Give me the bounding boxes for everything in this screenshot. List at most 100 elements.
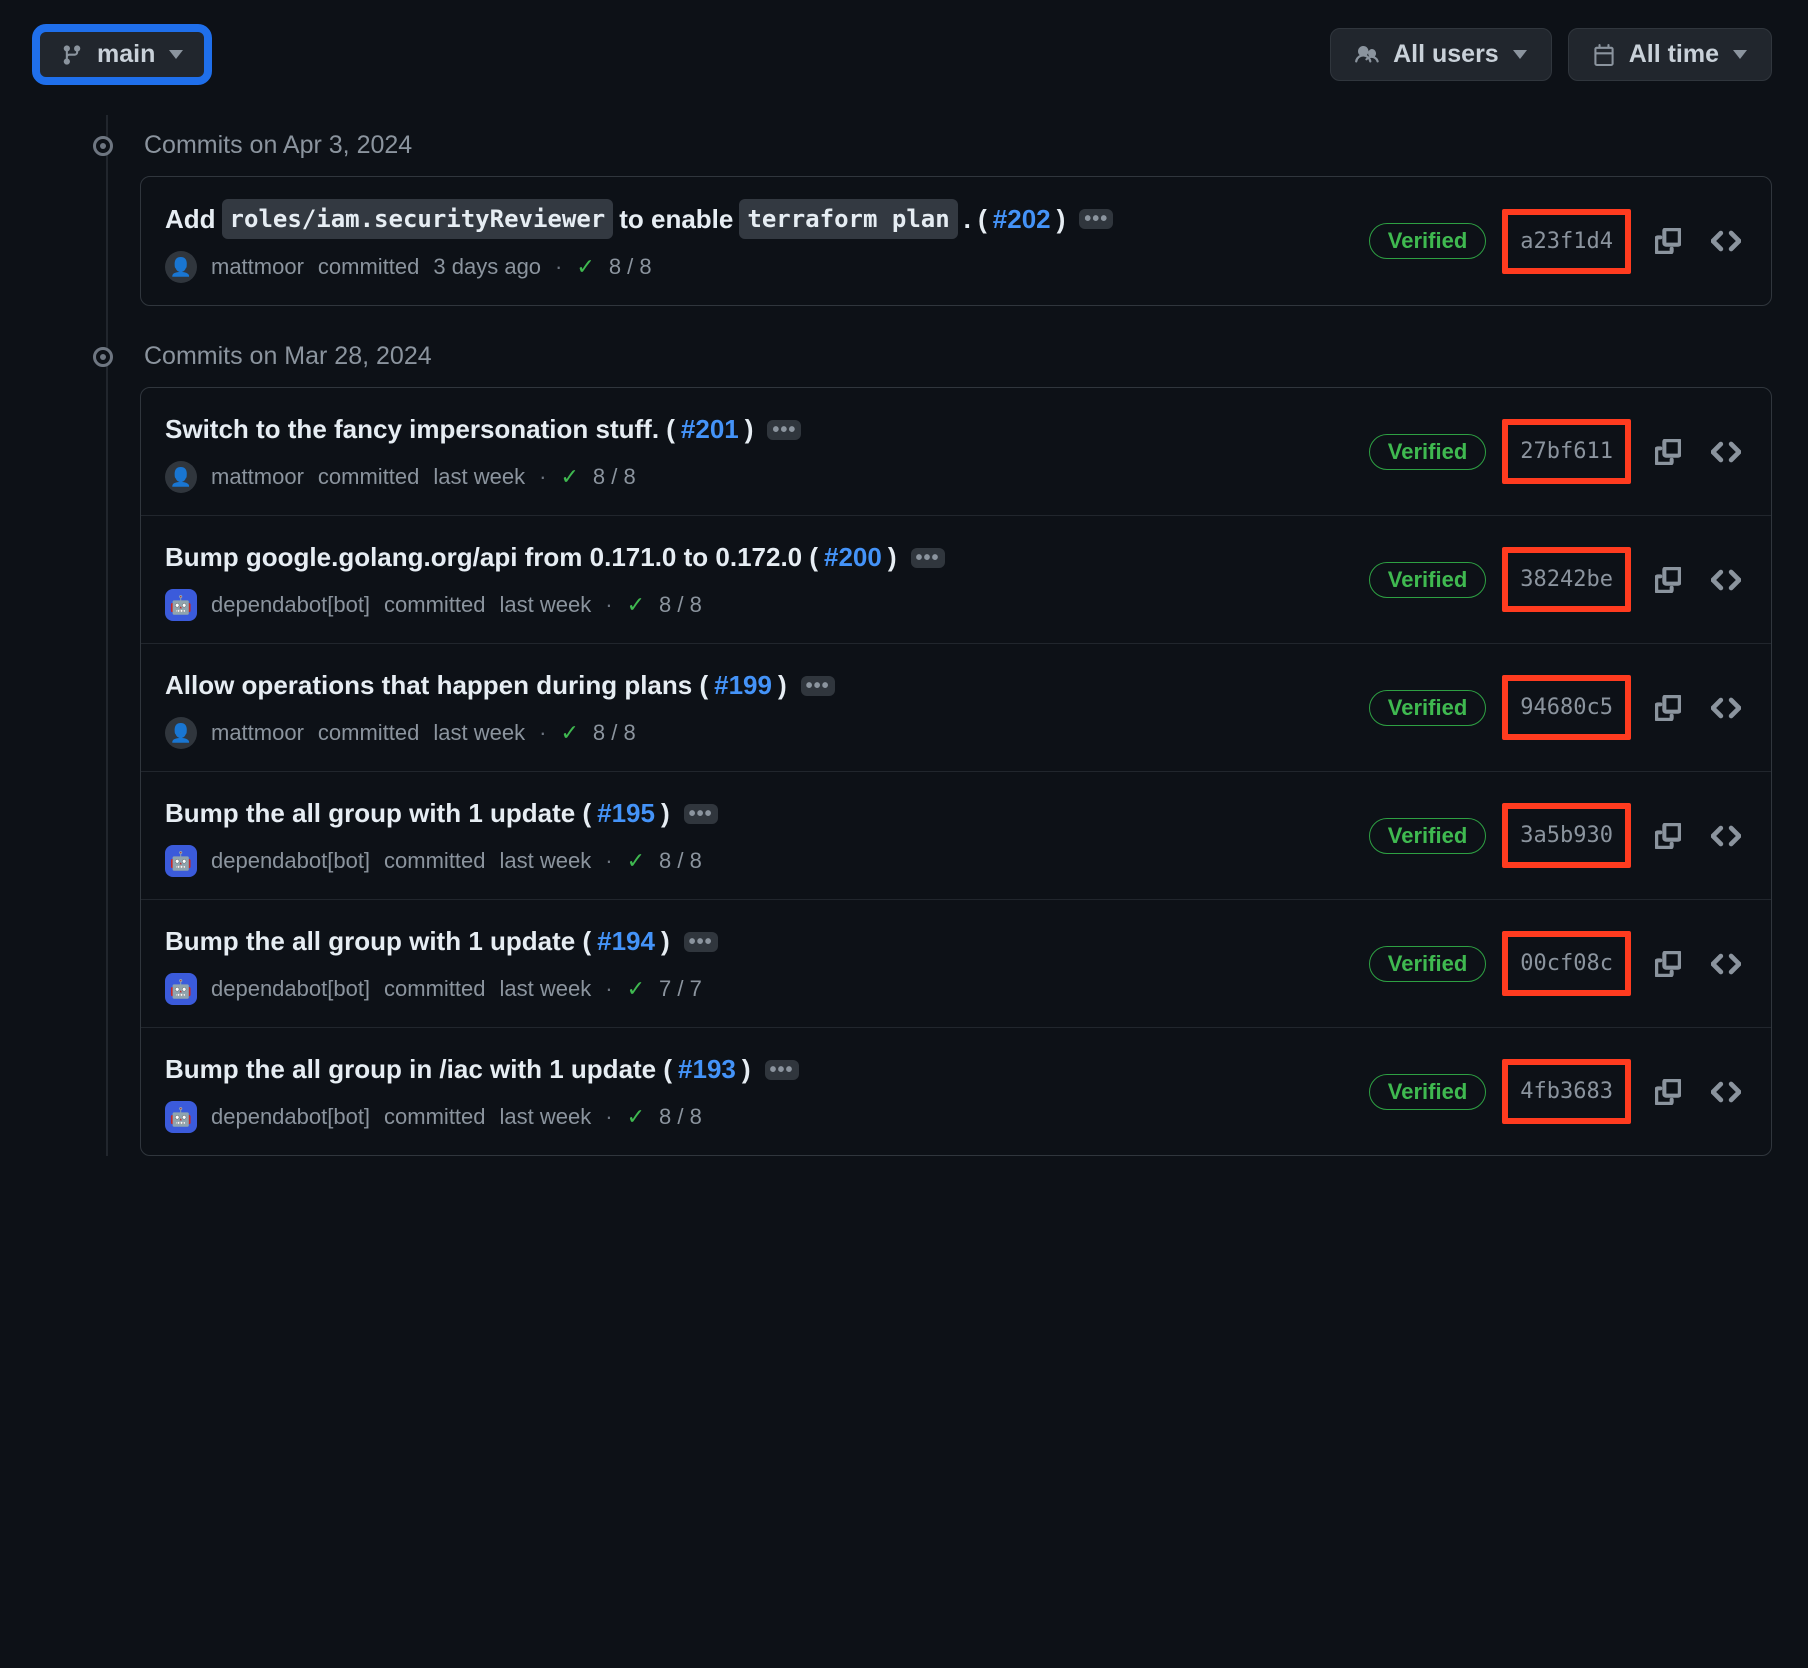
avatar[interactable]: 🤖 — [165, 973, 197, 1005]
browse-code-button[interactable] — [1705, 815, 1747, 857]
pr-link[interactable]: #202 — [993, 200, 1051, 239]
expand-description-button[interactable]: ••• — [911, 548, 945, 568]
check-icon[interactable]: ✓ — [627, 592, 645, 618]
commit-group-date: Commits on Apr 3, 2024 — [144, 131, 412, 160]
commit-committed-label: committed — [318, 464, 419, 490]
commit-title[interactable]: Bump the all group with 1 update (#194)•… — [165, 922, 1349, 961]
verified-badge[interactable]: Verified — [1369, 1074, 1486, 1110]
chevron-down-icon — [169, 50, 183, 59]
commit-author[interactable]: mattmoor — [211, 254, 304, 280]
users-filter-button[interactable]: All users — [1330, 28, 1552, 81]
verified-badge[interactable]: Verified — [1369, 223, 1486, 259]
copy-sha-button[interactable] — [1647, 687, 1689, 729]
commit-title[interactable]: Add roles/iam.securityReviewer to enable… — [165, 199, 1349, 239]
browse-code-button[interactable] — [1705, 431, 1747, 473]
commit-author[interactable]: mattmoor — [211, 720, 304, 746]
timeline-line — [106, 115, 108, 1156]
expand-description-button[interactable]: ••• — [1079, 209, 1113, 229]
verified-badge[interactable]: Verified — [1369, 434, 1486, 470]
browse-code-button[interactable] — [1705, 559, 1747, 601]
commit-title[interactable]: Allow operations that happen during plan… — [165, 666, 1349, 705]
verified-badge[interactable]: Verified — [1369, 562, 1486, 598]
avatar[interactable]: 🤖 — [165, 1101, 197, 1133]
pr-link[interactable]: #193 — [678, 1050, 736, 1089]
commit-author[interactable]: dependabot[bot] — [211, 848, 370, 874]
chevron-down-icon — [1513, 50, 1527, 59]
branch-selector-button[interactable]: main — [36, 28, 208, 81]
check-icon[interactable]: ✓ — [627, 976, 645, 1002]
browse-code-button[interactable] — [1705, 687, 1747, 729]
commit-title[interactable]: Bump the all group with 1 update (#195)•… — [165, 794, 1349, 833]
browse-code-button[interactable] — [1705, 220, 1747, 262]
expand-description-button[interactable]: ••• — [767, 420, 801, 440]
check-icon[interactable]: ✓ — [627, 1104, 645, 1130]
copy-sha-button[interactable] — [1647, 431, 1689, 473]
browse-code-button[interactable] — [1705, 1071, 1747, 1113]
commit-item: Bump google.golang.org/api from 0.171.0 … — [141, 515, 1771, 643]
commit-committed-label: committed — [384, 592, 485, 618]
avatar[interactable]: 👤 — [165, 251, 197, 283]
check-icon[interactable]: ✓ — [560, 464, 578, 490]
check-icon[interactable]: ✓ — [560, 720, 578, 746]
expand-description-button[interactable]: ••• — [765, 1060, 799, 1080]
avatar[interactable]: 👤 — [165, 461, 197, 493]
commit-sha[interactable]: 3a5b930 — [1502, 803, 1631, 868]
expand-description-button[interactable]: ••• — [684, 932, 718, 952]
checks-count[interactable]: 8 / 8 — [659, 848, 702, 874]
commit-title[interactable]: Bump the all group in /iac with 1 update… — [165, 1050, 1349, 1089]
checks-count[interactable]: 8 / 8 — [593, 464, 636, 490]
pr-link[interactable]: #195 — [597, 794, 655, 833]
checks-count[interactable]: 8 / 8 — [659, 1104, 702, 1130]
branch-name: main — [97, 40, 155, 69]
commit-author[interactable]: dependabot[bot] — [211, 976, 370, 1002]
avatar[interactable]: 👤 — [165, 717, 197, 749]
copy-sha-button[interactable] — [1647, 1071, 1689, 1113]
commit-author[interactable]: dependabot[bot] — [211, 1104, 370, 1130]
time-filter-button[interactable]: All time — [1568, 28, 1772, 81]
copy-sha-button[interactable] — [1647, 220, 1689, 262]
avatar[interactable]: 🤖 — [165, 589, 197, 621]
commit-item: Bump the all group in /iac with 1 update… — [141, 1027, 1771, 1155]
commit-dot-icon — [86, 347, 120, 367]
checks-count[interactable]: 7 / 7 — [659, 976, 702, 1002]
commit-sha[interactable]: 27bf611 — [1502, 419, 1631, 484]
verified-badge[interactable]: Verified — [1369, 818, 1486, 854]
commit-item: Switch to the fancy impersonation stuff.… — [141, 388, 1771, 515]
commit-sha[interactable]: a23f1d4 — [1502, 209, 1631, 274]
commit-title[interactable]: Switch to the fancy impersonation stuff.… — [165, 410, 1349, 449]
commit-time: 3 days ago — [433, 254, 541, 280]
expand-description-button[interactable]: ••• — [684, 804, 718, 824]
commit-item: Bump the all group with 1 update (#195)•… — [141, 771, 1771, 899]
git-branch-icon — [61, 44, 83, 66]
checks-count[interactable]: 8 / 8 — [659, 592, 702, 618]
copy-sha-button[interactable] — [1647, 943, 1689, 985]
pr-link[interactable]: #200 — [824, 538, 882, 577]
check-icon[interactable]: ✓ — [576, 254, 594, 280]
check-icon[interactable]: ✓ — [627, 848, 645, 874]
pr-link[interactable]: #199 — [714, 666, 772, 705]
pr-link[interactable]: #201 — [681, 410, 739, 449]
commit-time: last week — [433, 464, 525, 490]
browse-code-button[interactable] — [1705, 943, 1747, 985]
commits-timeline: Commits on Apr 3, 2024 Add roles/iam.sec… — [86, 115, 1772, 1156]
chevron-down-icon — [1733, 50, 1747, 59]
commit-sha[interactable]: 94680c5 — [1502, 675, 1631, 740]
commit-sha[interactable]: 00cf08c — [1502, 931, 1631, 996]
toolbar: main All users All time — [36, 28, 1772, 81]
commit-sha[interactable]: 38242be — [1502, 547, 1631, 612]
commit-sha[interactable]: 4fb3683 — [1502, 1059, 1631, 1124]
checks-count[interactable]: 8 / 8 — [593, 720, 636, 746]
pr-link[interactable]: #194 — [597, 922, 655, 961]
commit-author[interactable]: dependabot[bot] — [211, 592, 370, 618]
copy-sha-button[interactable] — [1647, 559, 1689, 601]
commit-time: last week — [500, 1104, 592, 1130]
avatar[interactable]: 🤖 — [165, 845, 197, 877]
commit-title[interactable]: Bump google.golang.org/api from 0.171.0 … — [165, 538, 1349, 577]
copy-sha-button[interactable] — [1647, 815, 1689, 857]
commit-dot-icon — [86, 136, 120, 156]
expand-description-button[interactable]: ••• — [801, 676, 835, 696]
checks-count[interactable]: 8 / 8 — [609, 254, 652, 280]
verified-badge[interactable]: Verified — [1369, 690, 1486, 726]
verified-badge[interactable]: Verified — [1369, 946, 1486, 982]
commit-author[interactable]: mattmoor — [211, 464, 304, 490]
